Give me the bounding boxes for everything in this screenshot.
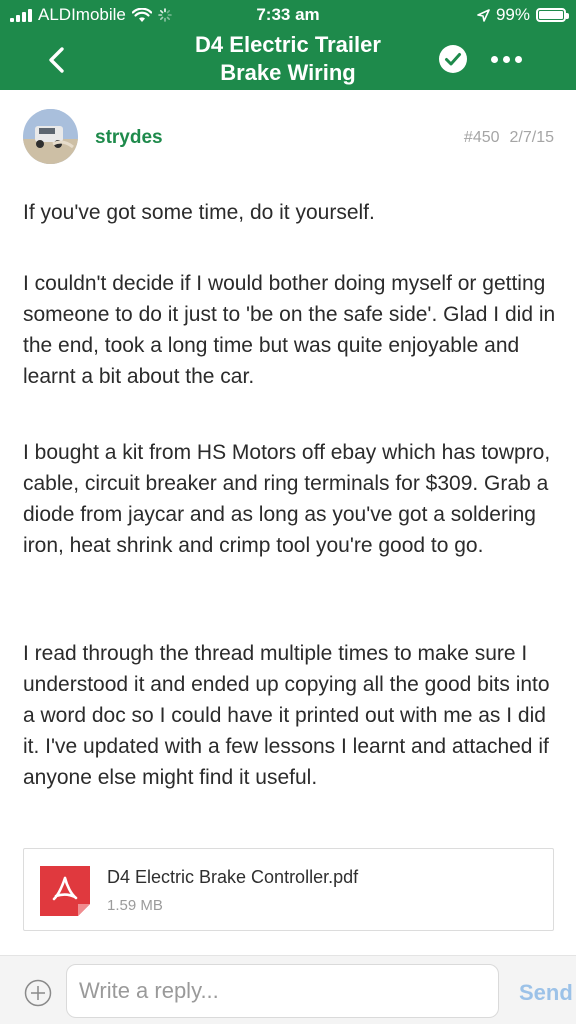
plus-circle-icon <box>24 979 52 1007</box>
battery-fill <box>539 11 563 19</box>
location-arrow-icon <box>477 8 490 22</box>
reply-bar: Send <box>0 955 576 1024</box>
reply-input[interactable] <box>66 964 499 1018</box>
post-paragraph: I read through the thread multiple times… <box>23 642 550 789</box>
status-bar: ALDImobile 7:33 am 99% <box>0 0 576 30</box>
post-paragraph: I bought a kit from HS Motors off ebay w… <box>23 441 551 557</box>
post-date: 2/7/15 <box>509 129 554 146</box>
post-number[interactable]: #450 <box>464 129 500 147</box>
more-options-button[interactable] <box>486 46 526 72</box>
app-header: ALDImobile 7:33 am 99% D4 Electric Trail… <box>0 0 576 90</box>
checkmark-circle-icon <box>439 45 467 73</box>
battery-icon <box>536 8 569 22</box>
topic-title-line-2: Brake Wiring <box>220 60 356 85</box>
post-paragraph: If you've got some time, do it yourself. <box>23 201 375 224</box>
post-meta: #450 2/7/15 <box>464 129 554 147</box>
more-dot-icon <box>502 55 510 63</box>
post-header: strydes #450 2/7/15 <box>0 95 576 180</box>
pdf-attachment[interactable]: D4 Electric Brake Controller.pdf 1.59 MB <box>23 848 554 931</box>
back-button[interactable] <box>40 40 76 80</box>
post-paragraph: I couldn't decide if I would bother doin… <box>23 272 556 388</box>
battery-percentage: 99% <box>495 5 530 24</box>
send-button[interactable]: Send <box>519 980 573 1006</box>
attachment-file-size: 1.59 MB <box>107 897 163 914</box>
avatar-image <box>23 109 78 164</box>
topic-title: D4 Electric Trailer Brake Wiring <box>140 31 436 87</box>
topic-title-line-1: D4 Electric Trailer <box>195 32 381 57</box>
avatar[interactable] <box>23 109 78 164</box>
check-button[interactable] <box>438 44 468 74</box>
more-dot-icon <box>490 55 498 63</box>
attachment-file-name: D4 Electric Brake Controller.pdf <box>107 867 359 887</box>
pdf-file-icon <box>40 866 90 916</box>
chevron-left-icon <box>49 47 64 73</box>
add-attachment-button[interactable] <box>24 979 52 1007</box>
post-author[interactable]: strydes <box>95 127 163 149</box>
more-dot-icon <box>514 55 522 63</box>
status-right: 99% <box>477 5 569 25</box>
